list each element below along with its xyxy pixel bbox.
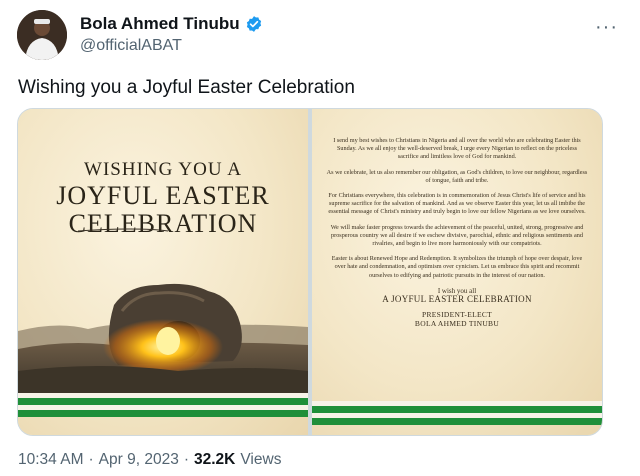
- media-image-left[interactable]: WISHING YOU A JOYFUL EASTER CELEBRATION: [18, 109, 308, 435]
- separator-dot: ·: [88, 451, 94, 468]
- views-count[interactable]: 32.2K: [194, 451, 235, 469]
- verified-badge-icon: [246, 16, 261, 32]
- message-paragraph: We will make faster progress towards the…: [330, 223, 584, 248]
- tweet-text: Wishing you a Joyful Easter Celebration: [18, 77, 355, 98]
- tweet-date[interactable]: Apr 9, 2023: [99, 451, 179, 469]
- empty-tomb-illustration: [18, 228, 308, 409]
- tweet-time[interactable]: 10:34 AM: [18, 451, 84, 469]
- signature-block: PRESIDENT-ELECT BOLA AHMED TINUBU: [326, 310, 588, 328]
- flag-stripe-green: [312, 406, 602, 413]
- author-handle[interactable]: @officialABAT: [80, 37, 182, 55]
- avatar[interactable]: [17, 10, 67, 60]
- message-paragraph: For Christians everywhere, this celebrat…: [328, 192, 586, 216]
- views-label: Views: [240, 451, 282, 468]
- flag-stripe-green: [18, 398, 308, 405]
- flag-stripe-green: [312, 418, 602, 425]
- separator-dot: ·: [183, 451, 189, 468]
- author-name-text[interactable]: Bola Ahmed Tinubu: [80, 14, 240, 34]
- signature-name: BOLA AHMED TINUBU: [414, 319, 500, 329]
- more-options-button[interactable]: ···: [595, 16, 618, 39]
- signature-title: PRESIDENT-ELECT: [421, 310, 493, 320]
- message-paragraph: As we celebrate, let us also remember ou…: [326, 168, 588, 184]
- author-name[interactable]: Bola Ahmed Tinubu: [80, 14, 263, 34]
- easter-message: I send my best wishes to Christians in N…: [326, 137, 588, 328]
- tweet-media[interactable]: WISHING YOU A JOYFUL EASTER CELEBRATION: [17, 108, 603, 436]
- tweet-footer: 10:34 AM · Apr 9, 2023 · 32.2K Views: [18, 451, 281, 469]
- avatar-image: [17, 10, 67, 60]
- media-image-right[interactable]: I send my best wishes to Christians in N…: [312, 109, 602, 435]
- message-paragraph: Easter is about Renewed Hope and Redempt…: [331, 255, 583, 279]
- wish-headline: A JOYFUL EASTER CELEBRATION: [382, 294, 532, 305]
- message-paragraph: I send my best wishes to Christians in N…: [333, 137, 581, 161]
- flag-stripe-green: [18, 410, 308, 417]
